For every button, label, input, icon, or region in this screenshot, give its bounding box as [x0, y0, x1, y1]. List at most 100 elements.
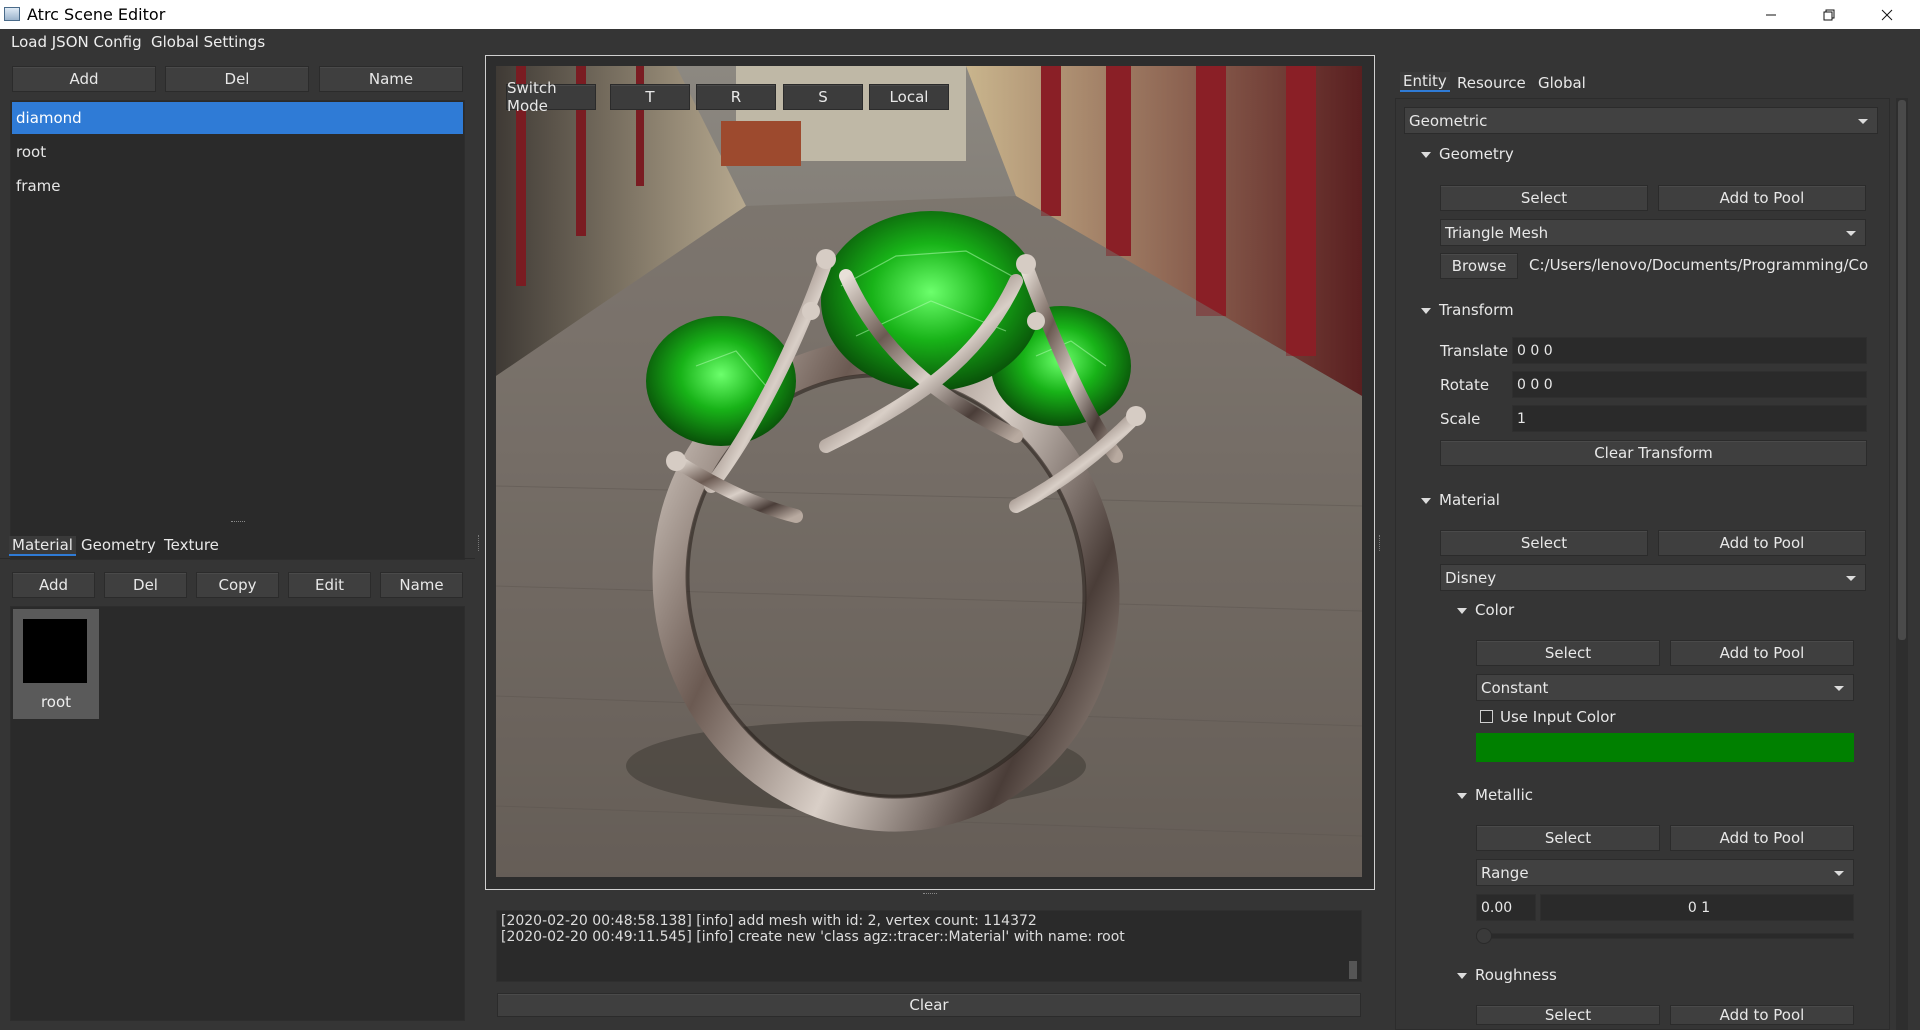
splitter-handle[interactable] [231, 521, 245, 523]
entity-type-select[interactable]: Geometric [1404, 107, 1878, 134]
color-swatch[interactable] [1476, 733, 1854, 762]
tab-geometry[interactable]: Geometry [81, 536, 156, 554]
menu-global-settings[interactable]: Global Settings [151, 33, 265, 51]
metallic-range-input[interactable]: 0 1 [1540, 894, 1854, 921]
geometry-type-select[interactable]: Triangle Mesh [1440, 219, 1866, 246]
material-preview [23, 619, 87, 683]
render-view[interactable]: Switch Mode T R S Local [496, 66, 1362, 877]
local-space-button[interactable]: Local [869, 84, 949, 110]
minimize-button[interactable] [1742, 0, 1800, 29]
transform-section-title: Transform [1439, 301, 1514, 319]
left-panel: Add Del Name diamond root frame Material… [0, 55, 475, 1030]
tab-entity[interactable]: Entity [1400, 72, 1450, 92]
material-select-button[interactable]: Select [1440, 530, 1648, 556]
expand-arrow-icon [1457, 792, 1467, 799]
geometry-select-button[interactable]: Select [1440, 185, 1648, 211]
material-type-select[interactable]: Disney [1440, 564, 1866, 591]
geometry-add-to-pool-button[interactable]: Add to Pool [1658, 185, 1866, 211]
chevron-down-icon [1834, 686, 1844, 691]
metallic-type-value: Range [1481, 863, 1529, 882]
entity-item-frame[interactable]: frame [12, 170, 463, 202]
geometry-path: C:/Users/lenovo/Documents/Programming/Co… [1529, 256, 1869, 274]
scale-input[interactable]: 1 [1512, 405, 1867, 432]
material-section-title: Material [1439, 491, 1500, 509]
window-title: Atrc Scene Editor [27, 5, 166, 24]
color-select-button[interactable]: Select [1476, 640, 1660, 666]
right-splitter[interactable] [1379, 535, 1381, 551]
roughness-section-header[interactable]: Roughness [1457, 966, 1557, 984]
material-section-header[interactable]: Material [1421, 491, 1500, 509]
rendered-scene [496, 66, 1362, 877]
metallic-add-to-pool-button[interactable]: Add to Pool [1670, 825, 1854, 851]
resource-grid: root [10, 606, 465, 1021]
metallic-slider-handle[interactable] [1476, 928, 1492, 944]
tab-divider [0, 558, 475, 559]
console-line: [2020-02-20 00:49:11.545] [info] create … [501, 929, 1125, 945]
resource-del-button[interactable]: Del [104, 572, 187, 598]
tab-material[interactable]: Material [9, 536, 76, 556]
tab-global[interactable]: Global [1538, 74, 1586, 92]
geometry-browse-button[interactable]: Browse [1440, 253, 1518, 279]
resource-edit-button[interactable]: Edit [288, 572, 371, 598]
entity-del-button[interactable]: Del [165, 66, 309, 92]
entity-add-button[interactable]: Add [12, 66, 156, 92]
color-type-value: Constant [1481, 678, 1549, 697]
close-button[interactable] [1858, 0, 1916, 29]
viewport-frame: Switch Mode T R S Local [485, 55, 1375, 890]
menu-load-json-config[interactable]: Load JSON Config [11, 33, 142, 51]
resource-name-button[interactable]: Name [380, 572, 463, 598]
color-add-to-pool-button[interactable]: Add to Pool [1670, 640, 1854, 666]
chevron-down-icon [1858, 119, 1868, 124]
scale-mode-button[interactable]: S [783, 84, 863, 110]
translate-label: Translate [1440, 342, 1509, 360]
geometry-section-header[interactable]: Geometry [1421, 145, 1514, 163]
entity-type-value: Geometric [1409, 111, 1488, 130]
console-splitter[interactable] [923, 893, 937, 895]
scrollbar-thumb[interactable] [1898, 100, 1906, 640]
left-splitter[interactable] [478, 535, 480, 551]
restore-button[interactable] [1800, 0, 1858, 29]
roughness-add-to-pool-button[interactable]: Add to Pool [1670, 1005, 1854, 1025]
expand-arrow-icon [1457, 972, 1467, 979]
entity-name-button[interactable]: Name [319, 66, 463, 92]
metallic-select-button[interactable]: Select [1476, 825, 1660, 851]
console-clear-button[interactable]: Clear [497, 993, 1361, 1017]
properties-scrollbar[interactable] [1896, 98, 1908, 1030]
restore-icon [1823, 9, 1835, 20]
metallic-slider-track[interactable] [1476, 933, 1854, 939]
metallic-value-input[interactable]: 0.00 [1476, 894, 1536, 921]
roughness-select-button[interactable]: Select [1476, 1005, 1660, 1025]
entity-item-diamond[interactable]: diamond [12, 102, 463, 134]
color-section-title: Color [1475, 601, 1515, 619]
use-input-color-label: Use Input Color [1500, 708, 1616, 726]
geometry-section-title: Geometry [1439, 145, 1514, 163]
metallic-section-title: Metallic [1475, 786, 1533, 804]
chevron-down-icon [1846, 576, 1856, 581]
tab-resource[interactable]: Resource [1457, 74, 1526, 92]
properties-panel: Entity Resource Global Geometric Geometr… [1385, 55, 1920, 1030]
resource-add-button[interactable]: Add [12, 572, 95, 598]
material-thumbnail-root[interactable]: root [13, 609, 99, 719]
color-section-header[interactable]: Color [1457, 601, 1514, 619]
material-add-to-pool-button[interactable]: Add to Pool [1658, 530, 1866, 556]
expand-arrow-icon [1421, 497, 1431, 504]
minimize-icon [1766, 14, 1776, 15]
translate-mode-button[interactable]: T [610, 84, 690, 110]
use-input-color-checkbox[interactable] [1480, 710, 1493, 723]
transform-section-header[interactable]: Transform [1421, 301, 1514, 319]
material-type-value: Disney [1445, 568, 1497, 587]
geometry-type-value: Triangle Mesh [1445, 223, 1549, 242]
expand-arrow-icon [1421, 151, 1431, 158]
resource-copy-button[interactable]: Copy [196, 572, 279, 598]
metallic-type-select[interactable]: Range [1476, 859, 1854, 886]
color-type-select[interactable]: Constant [1476, 674, 1854, 701]
tab-texture[interactable]: Texture [164, 536, 219, 554]
translate-input[interactable]: 0 0 0 [1512, 337, 1867, 364]
metallic-section-header[interactable]: Metallic [1457, 786, 1533, 804]
switch-mode-button[interactable]: Switch Mode [506, 79, 596, 115]
console-scrollbar[interactable] [1349, 961, 1357, 979]
rotate-mode-button[interactable]: R [696, 84, 776, 110]
rotate-input[interactable]: 0 0 0 [1512, 371, 1867, 398]
clear-transform-button[interactable]: Clear Transform [1440, 440, 1867, 466]
entity-item-root[interactable]: root [12, 136, 463, 168]
